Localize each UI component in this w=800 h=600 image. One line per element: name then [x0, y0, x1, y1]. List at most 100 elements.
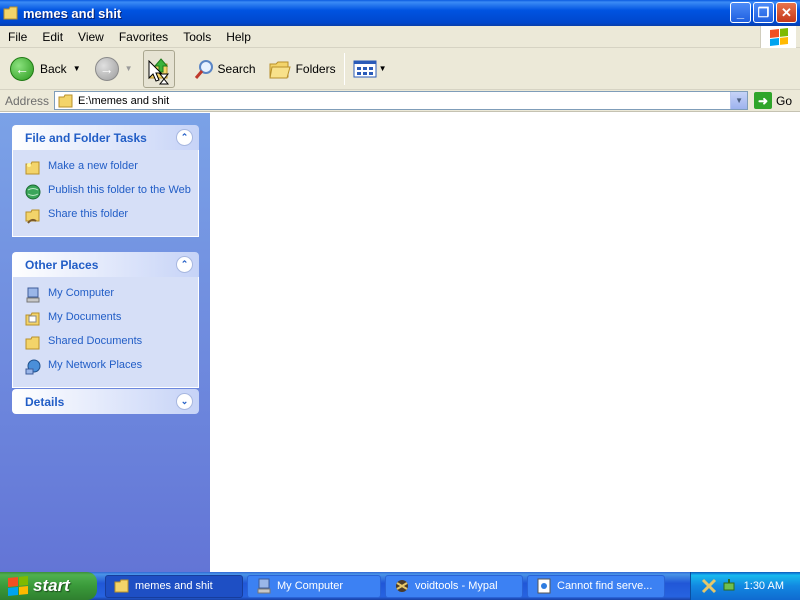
windows-logo-icon — [760, 26, 796, 48]
back-button[interactable]: ← Back ▼ — [6, 51, 85, 87]
taskbar-button-my-computer[interactable]: My Computer — [247, 574, 381, 598]
search-label: Search — [217, 61, 256, 76]
windows-flag-icon — [8, 575, 28, 597]
taskbar-label: voidtools - Mypal — [415, 580, 498, 592]
forward-button[interactable]: → ▼ — [91, 51, 137, 87]
taskbar-button-voidtools-mypal[interactable]: voidtools - Mypal — [385, 574, 523, 598]
shared-folder-icon — [25, 336, 40, 350]
place-my-computer[interactable]: My Computer — [13, 285, 198, 305]
computer-icon — [26, 287, 40, 303]
documents-folder-icon — [25, 312, 40, 326]
task-pane: File and Folder Tasks ⌃ Make a new folde… — [0, 113, 210, 572]
place-my-network-places[interactable]: My Network Places — [13, 357, 198, 377]
mypal-browser-icon — [396, 580, 408, 592]
minimize-icon: _ — [736, 5, 745, 20]
menu-bar: File Edit View Favorites Tools Help — [0, 26, 800, 48]
computer-icon — [257, 578, 271, 594]
other-places-panel: Other Places ⌃ My Computer My Documents … — [12, 252, 199, 388]
file-folder-tasks-panel: File and Folder Tasks ⌃ Make a new folde… — [12, 125, 199, 237]
taskbar: start memes and shit My Computer voidtoo… — [0, 572, 800, 600]
busy-cursor-icon — [148, 60, 170, 85]
task-publish-folder[interactable]: Publish this folder to the Web — [13, 182, 198, 202]
views-button[interactable]: ▼ — [349, 51, 391, 87]
task-label: Publish this folder to the Web — [48, 184, 191, 196]
taskbar-label: memes and shit — [135, 580, 213, 592]
window-title: memes and shit — [23, 5, 122, 21]
restore-icon: ❐ — [757, 4, 770, 20]
close-button[interactable]: ✕ — [776, 2, 797, 23]
clock[interactable]: 1:30 AM — [744, 580, 784, 592]
panel-header[interactable]: Other Places ⌃ — [12, 252, 199, 277]
task-make-new-folder[interactable]: Make a new folder — [13, 158, 198, 178]
panel-title: Details — [25, 394, 65, 409]
address-input[interactable]: E:\memes and shit ▼ — [54, 91, 749, 110]
taskbar-button-memes-and-shit[interactable]: memes and shit — [105, 574, 243, 598]
title-bar[interactable]: memes and shit _ ❐ ✕ — [0, 0, 800, 26]
go-label: Go — [776, 93, 793, 108]
globe-icon — [25, 184, 41, 200]
menu-tools[interactable]: Tools — [175, 30, 218, 44]
file-list-area[interactable] — [210, 113, 800, 572]
collapse-icon[interactable]: ⌃ — [176, 256, 193, 273]
menu-view[interactable]: View — [70, 30, 111, 44]
internet-explorer-page-icon — [537, 578, 551, 594]
expand-icon[interactable]: ⌄ — [176, 393, 193, 410]
safely-remove-hardware-icon[interactable] — [721, 578, 737, 594]
folders-icon — [268, 61, 291, 78]
views-icon — [353, 60, 377, 77]
folder-icon — [3, 6, 19, 20]
taskbar-button-cannot-find-server[interactable]: Cannot find serve... — [527, 574, 665, 598]
forward-dropdown-icon[interactable]: ▼ — [125, 64, 133, 73]
folder-icon — [58, 94, 73, 107]
views-dropdown-icon: ▼ — [378, 64, 387, 73]
menu-file[interactable]: File — [0, 30, 34, 44]
taskbar-label: Cannot find serve... — [557, 580, 653, 592]
panel-title: File and Folder Tasks — [25, 130, 147, 145]
back-label: Back — [40, 61, 67, 76]
place-label: My Computer — [48, 287, 115, 299]
panel-header[interactable]: File and Folder Tasks ⌃ — [12, 125, 199, 150]
tray-app-icon[interactable] — [701, 578, 717, 594]
menu-edit[interactable]: Edit — [34, 30, 70, 44]
share-folder-icon — [25, 209, 40, 224]
taskbar-label: My Computer — [277, 580, 344, 592]
place-label: My Network Places — [48, 359, 143, 371]
start-label: start — [33, 576, 70, 595]
task-label: Make a new folder — [48, 160, 138, 172]
search-button[interactable]: Search — [189, 51, 260, 87]
system-tray: 1:30 AM — [690, 572, 800, 600]
maximize-button[interactable]: ❐ — [753, 2, 774, 23]
search-icon — [194, 59, 213, 79]
place-label: My Documents — [48, 311, 122, 323]
task-label: Share this folder — [48, 208, 129, 220]
address-bar: Address E:\memes and shit ▼ ➜ Go — [0, 90, 800, 112]
collapse-icon[interactable]: ⌃ — [176, 129, 193, 146]
back-dropdown-icon[interactable]: ▼ — [73, 64, 81, 73]
address-dropdown-icon[interactable]: ▼ — [730, 92, 748, 109]
folder-icon — [114, 579, 129, 593]
menu-favorites[interactable]: Favorites — [111, 30, 175, 44]
forward-arrow-icon: → — [94, 56, 119, 81]
address-value: E:\memes and shit — [78, 94, 170, 107]
toolbar: ← Back ▼ → ▼ Search Folders ▼ — [0, 48, 800, 90]
menu-help[interactable]: Help — [218, 30, 258, 44]
task-share-folder[interactable]: Share this folder — [13, 206, 198, 226]
details-panel: Details ⌄ — [12, 389, 199, 414]
minimize-button[interactable]: _ — [730, 2, 751, 23]
place-shared-documents[interactable]: Shared Documents — [13, 333, 198, 353]
network-icon — [25, 359, 41, 375]
address-label: Address — [5, 93, 50, 108]
folders-label: Folders — [295, 61, 336, 76]
go-arrow-icon: ➜ — [754, 92, 773, 109]
toolbar-separator — [343, 52, 345, 85]
place-label: Shared Documents — [48, 335, 143, 347]
panel-header[interactable]: Details ⌄ — [12, 389, 199, 414]
place-my-documents[interactable]: My Documents — [13, 309, 198, 329]
start-button[interactable]: start — [0, 572, 97, 600]
close-icon: ✕ — [781, 4, 792, 20]
panel-title: Other Places — [25, 257, 99, 272]
back-arrow-icon: ← — [10, 56, 34, 81]
new-folder-icon — [25, 161, 40, 175]
folders-button[interactable]: Folders — [264, 51, 340, 87]
go-button[interactable]: ➜ Go — [754, 92, 792, 109]
